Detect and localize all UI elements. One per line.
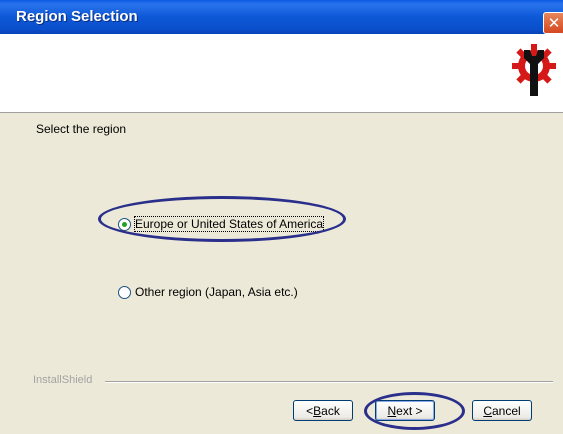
radio-button-unchecked[interactable]	[118, 285, 131, 299]
radio-button-checked[interactable]	[118, 217, 131, 231]
next-button[interactable]: Next >	[375, 400, 435, 421]
region-selection-dialog: Region Selection ✕ Select the region Eur…	[0, 0, 563, 434]
radio-label-other-region[interactable]: Other region (Japan, Asia etc.)	[135, 285, 298, 299]
back-button[interactable]: < Back	[293, 400, 353, 421]
close-icon: ✕	[547, 15, 561, 32]
title-bar[interactable]: Region Selection ✕	[0, 0, 563, 34]
installshield-brand: InstallShield	[33, 374, 93, 386]
footer-divider	[105, 381, 553, 383]
radio-other-region[interactable]: Other region (Japan, Asia etc.)	[118, 285, 298, 299]
prompt-label: Select the region	[36, 122, 127, 136]
radio-label-europe-usa[interactable]: Europe or United States of America	[133, 216, 325, 232]
header-panel	[0, 34, 563, 113]
close-button[interactable]: ✕	[543, 12, 563, 34]
dialog-content: Select the region Europe or United State…	[0, 113, 563, 434]
radio-europe-usa[interactable]: Europe or United States of America	[118, 216, 325, 232]
cancel-button[interactable]: Cancel	[472, 400, 532, 421]
window-title: Region Selection	[16, 8, 138, 25]
installshield-gear-wrench-icon	[512, 44, 556, 96]
